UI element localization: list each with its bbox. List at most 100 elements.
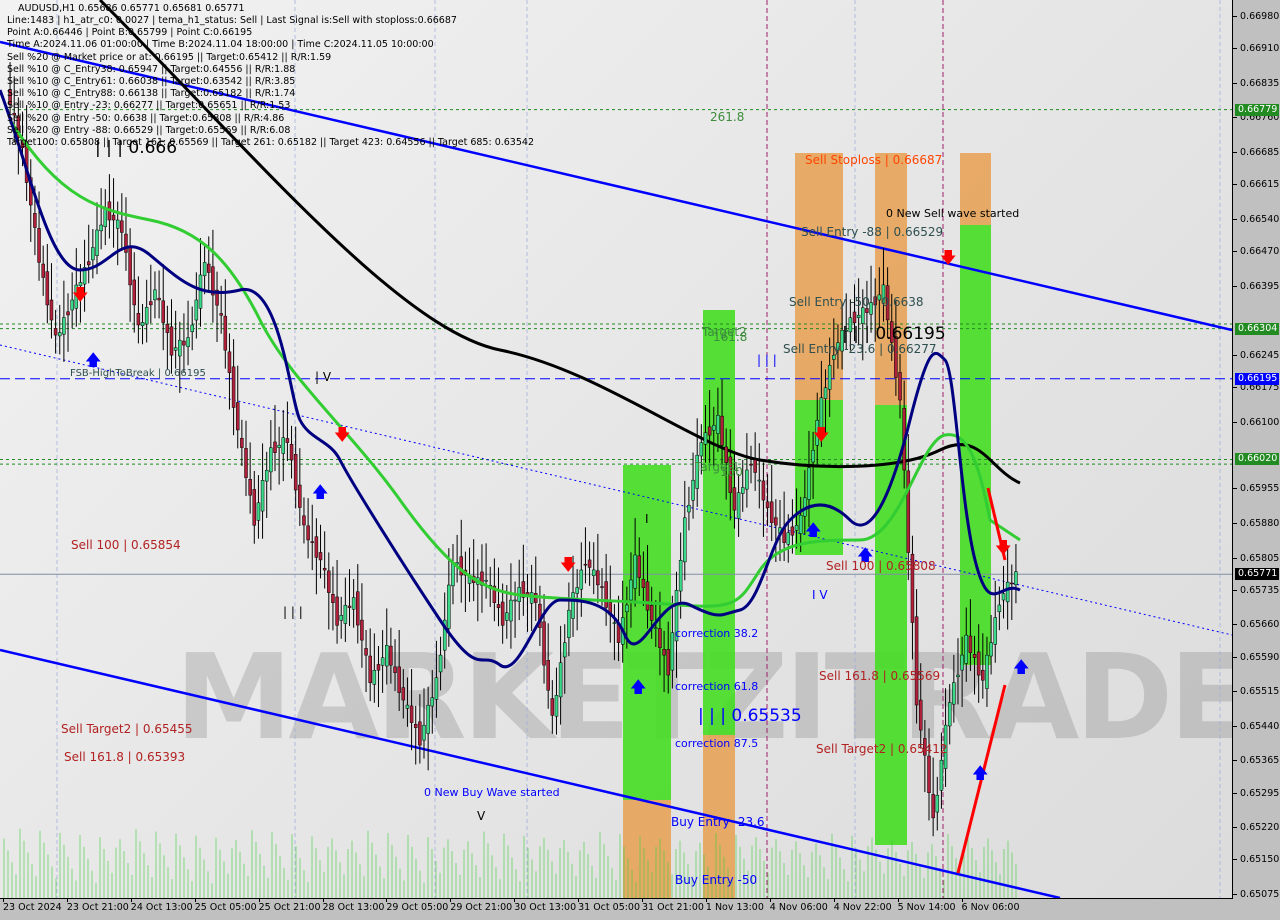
bear-candle <box>165 323 170 333</box>
bear-candle <box>931 794 935 819</box>
y-tick-label: 0.65150 <box>1232 854 1280 866</box>
y-tick-label: 0.66685 <box>1232 146 1280 158</box>
bear-candle <box>918 699 923 731</box>
x-tick-label: 24 Oct 13:00 <box>130 898 193 913</box>
sell-100-right-label: Sell 100 | 0.65808 <box>826 559 936 573</box>
y-tick-label: 0.65590 <box>1232 651 1280 663</box>
bull-candle <box>434 677 439 700</box>
bull-candle <box>256 502 261 521</box>
bear-candle <box>707 426 712 436</box>
bear-candle <box>347 605 352 608</box>
x-tick-label: 30 Oct 13:00 <box>514 898 577 913</box>
bull-candle <box>939 759 944 791</box>
y-tick-label: 0.65735 <box>1232 584 1280 596</box>
sell-arrow-icon: 🡇 <box>72 285 88 304</box>
bear-candle <box>157 297 161 301</box>
bull-candle <box>699 442 704 457</box>
bull-candle <box>484 579 488 582</box>
bear-candle <box>496 604 501 609</box>
bear-candle <box>587 559 592 568</box>
bear-candle <box>409 705 414 723</box>
time-axis[interactable]: 23 Oct 2024 23 Oct 21:00 24 Oct 13:00 25 Oc… <box>0 898 1232 920</box>
price-axis[interactable]: 0.66980 0.66910 0.66835 0.66760 0.66685 0.666… <box>1232 0 1280 900</box>
x-tick-label: 31 Oct 21:00 <box>642 898 704 913</box>
bear-candle <box>641 578 646 588</box>
sell-entry-88-label: Sell Entry -88 | 0.66529 <box>801 225 944 239</box>
bear-candle <box>149 301 153 306</box>
bear-candle <box>596 570 600 586</box>
chart-plot-area[interactable]: MARKETZITRADE 🡇 🡇 🡇 🡇 🡇 � <box>0 0 1233 899</box>
x-tick-label: 6 Nov 06:00 <box>961 898 1020 913</box>
bull-candle <box>786 532 791 545</box>
y-tick-label: 0.66245 <box>1232 349 1280 361</box>
candles <box>8 62 1018 837</box>
x-tick-label: 28 Oct 13:00 <box>322 898 385 913</box>
wave-label: I V <box>812 588 828 602</box>
bear-candle <box>368 655 372 683</box>
bull-candle <box>103 207 108 227</box>
bull-candle <box>712 424 716 431</box>
bear-candle <box>252 489 257 526</box>
bull-candle <box>625 604 629 613</box>
info-line: Line:1483 | h1_atr_c0: 0.0027 | tema_h1_… <box>7 15 457 26</box>
price-level-badge: 0.66779 <box>1235 103 1279 116</box>
bear-candle <box>223 315 228 351</box>
buy-arrow-icon: 🡅 <box>972 763 988 782</box>
bull-candle <box>811 450 815 463</box>
bear-candle <box>111 214 116 221</box>
bull-candle <box>1005 581 1010 603</box>
bear-candle <box>86 261 91 266</box>
y-tick-label: 0.65880 <box>1232 517 1280 529</box>
bear-candle <box>273 441 277 453</box>
new-sell-wave-label: 0 New Sell wave started <box>886 207 1020 220</box>
x-tick-label: 5 Nov 14:00 <box>897 898 956 913</box>
buy-entry-50-label: Buy Entry -50 <box>675 873 758 887</box>
bull-candle <box>62 317 66 335</box>
bull-candle <box>670 632 675 671</box>
bull-candle <box>687 504 691 513</box>
bear-candle <box>972 654 977 658</box>
bear-candle <box>161 300 165 323</box>
x-tick-label: 25 Oct 21:00 <box>258 898 321 913</box>
bear-candle <box>331 594 335 603</box>
bear-candle <box>865 308 869 313</box>
bear-candle <box>235 402 240 431</box>
bull-candle <box>91 247 95 261</box>
y-tick-label: 0.65805 <box>1232 552 1280 564</box>
y-tick-label: 0.65295 <box>1232 787 1280 799</box>
y-tick-label: 0.65440 <box>1232 720 1280 732</box>
bull-candle <box>964 634 969 664</box>
bull-candle <box>99 224 103 232</box>
bull-candle <box>178 339 182 357</box>
bear-candle <box>376 664 381 671</box>
bear-candle <box>244 448 248 478</box>
bear-candle <box>720 415 724 446</box>
sell-1618-left-label: Sell 161.8 | 0.65393 <box>64 750 186 764</box>
bear-candle <box>298 484 302 508</box>
bear-candle <box>401 687 406 701</box>
bull-candle <box>633 554 637 589</box>
bear-candle <box>927 755 931 794</box>
correction-618-label: correction 61.8 <box>675 680 759 693</box>
bear-candle <box>790 526 795 536</box>
bear-candle <box>583 563 588 566</box>
bear-candle <box>306 525 310 541</box>
info-line: Sell %10 @ C_Entry88: 0.66138 || Target:… <box>7 88 296 100</box>
bull-candle <box>562 642 567 658</box>
volume-histogram <box>3 828 1017 898</box>
info-line: Point A:0.66446 | Point B:0.65799 | Poin… <box>7 27 253 39</box>
bull-candle <box>960 654 964 671</box>
correction-875-label: correction 87.5 <box>675 737 759 750</box>
bear-candle <box>852 311 857 323</box>
bear-candle <box>666 649 670 676</box>
bull-candle <box>426 704 430 734</box>
x-tick-label: 23 Oct 2024 <box>3 898 62 913</box>
bear-candle <box>314 536 319 558</box>
channel-mid-line <box>0 344 1232 636</box>
bull-candle <box>339 614 343 621</box>
bull-candle <box>1001 593 1006 601</box>
wave-label: | | | 0.666 <box>95 138 178 158</box>
fib-261-label: 261.8 <box>710 110 745 124</box>
bear-candle <box>1010 582 1014 585</box>
wave-label: | | | 0.65535 <box>698 706 802 726</box>
